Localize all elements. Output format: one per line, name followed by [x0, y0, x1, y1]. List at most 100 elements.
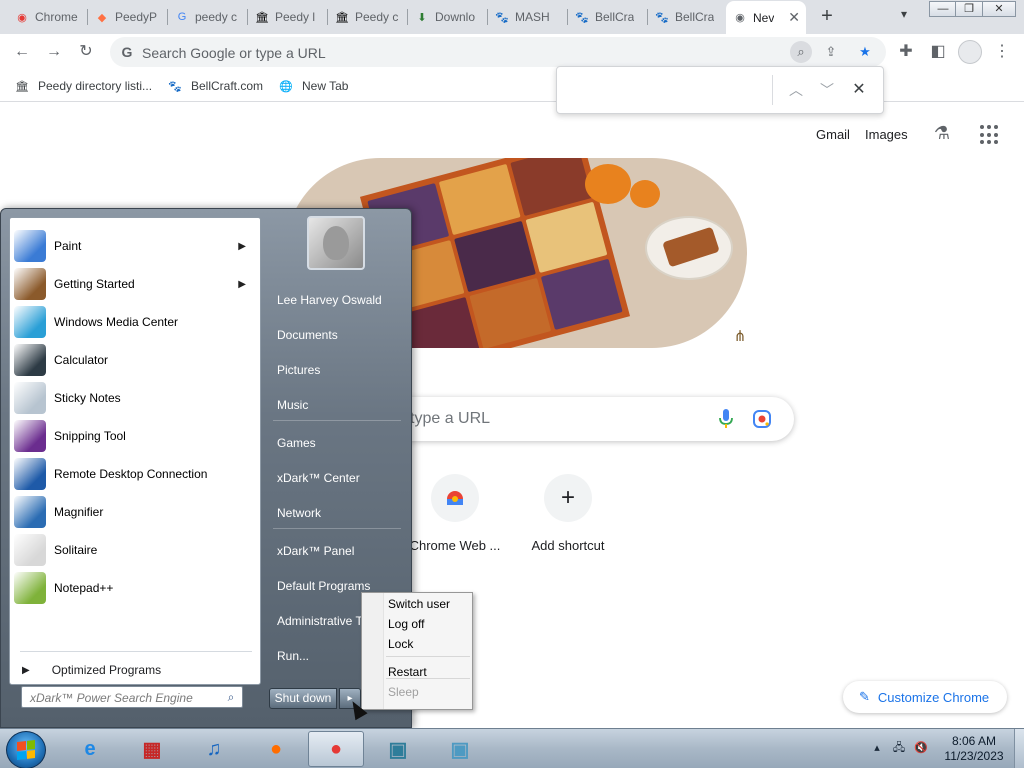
start-link-item[interactable]: Network [269, 498, 407, 528]
customize-chrome-button[interactable]: ✎ Customize Chrome [843, 681, 1007, 713]
kebab-menu-icon[interactable]: ⋮ [990, 41, 1014, 63]
profile-avatar[interactable] [958, 40, 982, 64]
clock[interactable]: 8:06 AM 11/23/2023 [938, 734, 1010, 764]
browser-tab[interactable]: Gpeedy c [168, 4, 246, 30]
program-item[interactable]: Magnifier [14, 494, 256, 530]
pumpkin-graphic [585, 164, 631, 204]
system-tray: ▴ 🖧 🔇 [866, 733, 946, 763]
building-icon: 🏛 [15, 80, 29, 93]
ntp-search-box[interactable]: type a URL [380, 397, 794, 441]
omnibox[interactable]: G Search Google or type a URL ⌕ ⇪ ★ [110, 37, 886, 67]
taskbar-app-firefox[interactable]: ● [248, 731, 304, 767]
program-item[interactable]: Notepad++ [14, 570, 256, 606]
microphone-icon[interactable] [718, 408, 734, 430]
maximize-button[interactable]: ❐ [955, 1, 983, 17]
optimized-programs-item[interactable]: ▶ Optimized Programs [18, 659, 258, 681]
forward-arrow-icon[interactable]: → [42, 41, 66, 63]
start-search-input[interactable]: xDark™ Power Search Engine ⌕ [21, 686, 243, 708]
bookmark-item[interactable]: 🏛 Peedy directory listi... [14, 76, 152, 96]
reload-icon[interactable]: ↻ [74, 41, 98, 63]
find-previous-chevron-up-icon[interactable]: ︿ [785, 79, 807, 101]
start-link-item[interactable]: Pictures [269, 355, 407, 385]
tab-search-chevron-icon[interactable]: ▾ [894, 7, 914, 27]
program-item[interactable]: Remote Desktop Connection [14, 456, 256, 492]
shortcut-chrome-web-store[interactable]: Chrome Web ... [399, 474, 511, 553]
tab-close-icon[interactable]: ✕ [784, 9, 800, 26]
start-button[interactable] [6, 731, 46, 768]
new-tab-button[interactable]: + [816, 6, 838, 28]
side-panel-icon[interactable]: ◧ [926, 41, 950, 63]
taskbar-app-chrome[interactable]: ● [308, 731, 364, 767]
doodle-share-icon[interactable]: ⋔ [730, 327, 750, 347]
network-icon[interactable]: 🖧 [892, 741, 906, 755]
back-arrow-icon[interactable]: ← [10, 41, 34, 63]
start-link-item[interactable]: Documents [269, 320, 407, 350]
program-item[interactable]: Sticky Notes [14, 380, 256, 416]
browser-toolbar: ← → ↻ G Search Google or type a URL ⌕ ⇪ … [0, 34, 1024, 70]
close-window-button[interactable]: ✕ [982, 1, 1016, 17]
shutdown-option[interactable]: Switch user [362, 594, 472, 614]
browser-tab[interactable]: 🐾 BellCra [568, 4, 646, 30]
browser-tab[interactable]: 🏛 Peedy c [328, 4, 406, 30]
program-icon [14, 572, 46, 604]
shutdown-option[interactable]: Lock [362, 634, 472, 654]
volume-muted-icon[interactable]: 🔇 [914, 741, 928, 755]
start-menu: Paint ▶ Getting Started ▶ Windows Media Cent… [0, 208, 412, 728]
start-link-item[interactable]: Games [269, 428, 407, 458]
search-icon[interactable]: ⌕ [224, 690, 238, 704]
shutdown-option[interactable]: Log off [362, 614, 472, 634]
shortcut-add[interactable]: + Add shortcut [512, 474, 624, 553]
google-lens-icon[interactable] [752, 409, 772, 429]
taskbar-app-internet-explorer[interactable]: e [62, 731, 118, 767]
extensions-puzzle-icon[interactable]: ✚ [894, 41, 918, 63]
google-icon: G [177, 11, 187, 23]
taskbar-app-music[interactable]: ♫ [186, 731, 242, 767]
bookmark-item[interactable]: 🐾 BellCraft.com [167, 76, 263, 96]
gmail-link[interactable]: Gmail [816, 127, 850, 142]
tab-separator [87, 9, 88, 25]
program-icon [14, 496, 46, 528]
start-link-item[interactable]: xDark™ Panel [269, 536, 407, 566]
globe-icon: 🌐 [279, 80, 293, 93]
shutdown-options-menu: Switch user Log off Lock Restart Sleep [361, 592, 473, 710]
start-link-item[interactable]: xDark™ Center [269, 463, 407, 493]
find-next-chevron-down-icon[interactable]: ﹀ [816, 79, 838, 101]
browser-tab[interactable]: ◆ PeedyP [88, 4, 166, 30]
google-apps-icon[interactable] [980, 125, 1000, 145]
program-item[interactable]: Calculator [14, 342, 256, 378]
browser-tab[interactable]: ⬇ Downlo [408, 4, 486, 30]
program-item[interactable]: Solitaire [14, 532, 256, 568]
shutdown-option[interactable]: Restart [362, 662, 472, 682]
submenu-arrow-icon: ▶ [238, 278, 246, 290]
browser-tab[interactable]: ◉ Nev ✕ [726, 1, 806, 34]
browser-tab[interactable]: 🏛 Peedy l [248, 4, 326, 30]
taskbar-app-store[interactable]: ▦ [124, 731, 180, 767]
share-icon[interactable]: ⇪ [820, 41, 842, 63]
browser-tab[interactable]: ◉ Chrome [8, 4, 86, 30]
taskbar-app-photos-2[interactable]: ▣ [432, 731, 488, 767]
show-desktop-button[interactable] [1014, 729, 1024, 768]
program-item[interactable]: Snipping Tool [14, 418, 256, 454]
optimized-programs-label: Optimized Programs [51, 663, 162, 677]
tab-title: BellCra [675, 10, 715, 24]
browser-tab[interactable]: 🐾 MASH [488, 4, 566, 30]
bookmark-item[interactable]: 🌐 New Tab [278, 76, 348, 96]
labs-flask-icon[interactable]: ⚗ [931, 123, 953, 145]
browser-tab[interactable]: 🐾 BellCra [648, 4, 724, 30]
find-close-icon[interactable]: ✕ [848, 79, 870, 101]
find-in-page-icon[interactable]: ⌕ [790, 41, 812, 63]
find-input[interactable] [565, 75, 769, 105]
user-folder-item[interactable]: Lee Harvey Oswald [269, 285, 407, 315]
shut-down-button[interactable]: Shut down [269, 688, 337, 709]
program-label: Sticky Notes [54, 391, 121, 405]
program-item[interactable]: Windows Media Center [14, 304, 256, 340]
start-link-item[interactable]: Music [269, 390, 407, 420]
program-item[interactable]: Getting Started ▶ [14, 266, 256, 302]
minimize-button[interactable]: — [929, 1, 957, 17]
user-avatar[interactable] [307, 216, 365, 270]
bookmark-star-icon[interactable]: ★ [854, 41, 876, 63]
images-link[interactable]: Images [865, 127, 908, 142]
program-item[interactable]: Paint ▶ [14, 228, 256, 264]
show-hidden-icons-icon[interactable]: ▴ [870, 741, 884, 755]
taskbar-app-photos[interactable]: ▣ [370, 731, 426, 767]
